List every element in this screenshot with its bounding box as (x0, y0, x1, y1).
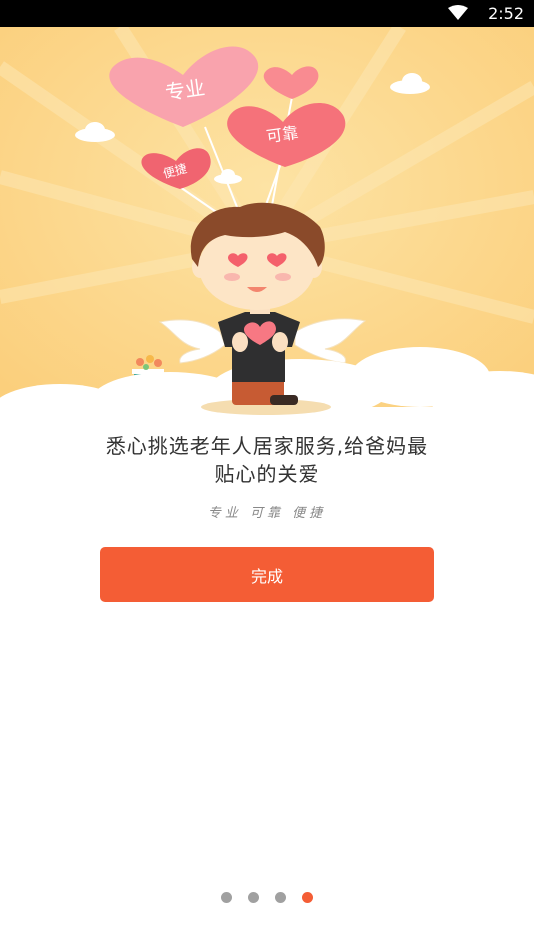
subtagline: 专业 可靠 便捷 (207, 506, 327, 521)
page-indicator (0, 892, 534, 904)
status-time: 2:52 (488, 4, 524, 23)
page-dot-3[interactable] (275, 892, 286, 903)
page-dot-4-active[interactable] (302, 892, 313, 903)
tagline: 悉心挑选老年人居家服务,给爸妈最 贴心的关爱 (0, 432, 534, 488)
hero-illustration: 专业 可靠 便捷 (0, 27, 534, 427)
done-button[interactable]: 完成 (100, 547, 434, 602)
cupid-boy-illustration: 专业 可靠 便捷 (0, 27, 534, 427)
tagline-line-2: 贴心的关爱 (214, 462, 320, 486)
tagline-line-1: 悉心挑选老年人居家服务,给爸妈最 (105, 434, 429, 458)
page-dot-1[interactable] (221, 892, 232, 903)
wifi-icon (448, 5, 468, 20)
status-bar: 2:52 (0, 0, 534, 27)
page-dot-2[interactable] (248, 892, 259, 903)
